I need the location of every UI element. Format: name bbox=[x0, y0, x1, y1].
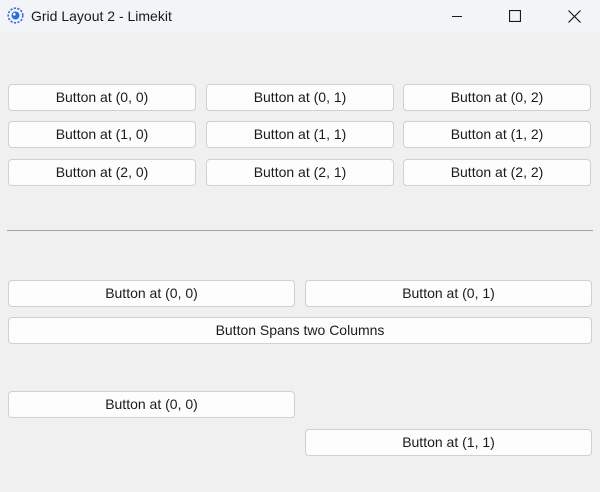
close-button[interactable] bbox=[551, 0, 597, 32]
title-bar[interactable]: Grid Layout 2 - Limekit bbox=[0, 0, 600, 32]
close-icon bbox=[567, 9, 581, 23]
grid1-button-1-0[interactable]: Button at (1, 0) bbox=[8, 121, 196, 148]
grid3-button-1-1[interactable]: Button at (1, 1) bbox=[305, 429, 592, 456]
app-window: Grid Layout 2 - Limekit Button at (0, 0)… bbox=[0, 0, 600, 492]
grid1-button-1-2[interactable]: Button at (1, 2) bbox=[403, 121, 591, 148]
maximize-button[interactable] bbox=[492, 0, 538, 32]
grid2-button-0-1[interactable]: Button at (0, 1) bbox=[305, 280, 592, 307]
window-title: Grid Layout 2 - Limekit bbox=[31, 8, 172, 24]
grid1-button-0-0[interactable]: Button at (0, 0) bbox=[8, 84, 196, 111]
grid2-button-0-0[interactable]: Button at (0, 0) bbox=[8, 280, 295, 307]
grid3-button-0-0[interactable]: Button at (0, 0) bbox=[8, 391, 295, 418]
minimize-icon bbox=[452, 16, 462, 17]
maximize-icon bbox=[509, 10, 521, 22]
grid1-button-0-1[interactable]: Button at (0, 1) bbox=[206, 84, 394, 111]
grid1-button-1-1[interactable]: Button at (1, 1) bbox=[206, 121, 394, 148]
app-logo-icon bbox=[7, 7, 24, 24]
grid1-button-2-2[interactable]: Button at (2, 2) bbox=[403, 159, 591, 186]
minimize-button[interactable] bbox=[434, 0, 480, 32]
grid2-span-button[interactable]: Button Spans two Columns bbox=[8, 317, 592, 344]
grid1-button-2-1[interactable]: Button at (2, 1) bbox=[206, 159, 394, 186]
horizontal-separator bbox=[7, 230, 593, 231]
grid1-button-2-0[interactable]: Button at (2, 0) bbox=[8, 159, 196, 186]
grid1-button-0-2[interactable]: Button at (0, 2) bbox=[403, 84, 591, 111]
